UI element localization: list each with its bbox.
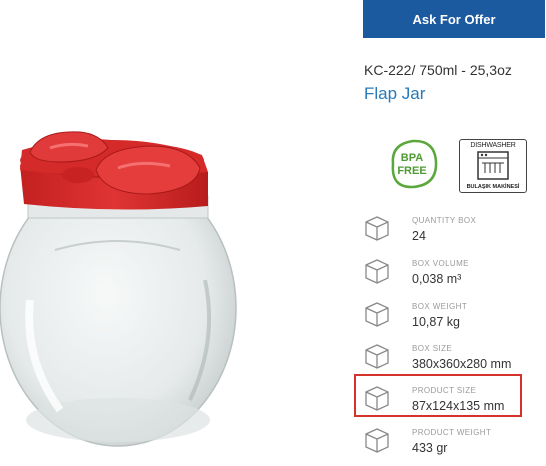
spec-value: 24	[412, 229, 426, 243]
bpa-free-leaf-icon: BPA FREE	[391, 139, 438, 189]
spec-value: 433 gr	[412, 441, 448, 455]
box-icon	[365, 216, 389, 241]
spec-box-volume: BOX VOLUME 0,038 m³	[361, 253, 546, 297]
ask-for-offer-button[interactable]: Ask For Offer	[363, 0, 545, 38]
spec-label: PRODUCT WEIGHT	[412, 428, 492, 437]
spec-product-weight: PRODUCT WEIGHT 433 gr	[361, 422, 546, 466]
flap-jar-image	[0, 131, 237, 447]
product-name: Flap Jar	[364, 84, 426, 103]
product-image	[0, 0, 345, 455]
dishwasher-subtitle: BULAŞIK MAKİNESİ	[466, 184, 520, 190]
box-icon	[365, 344, 389, 369]
spec-box-weight: BOX WEIGHT 10,87 kg	[361, 296, 546, 340]
dishwasher-badge: DISHWASHER BULAŞIK MAKİNESİ	[459, 139, 527, 193]
product-code: KC-222/ 750ml - 25,3oz	[364, 62, 512, 78]
spec-value: 10,87 kg	[412, 315, 460, 329]
feature-badges: BPA FREE DISHWASHER BULAŞIK MAKİNESİ	[363, 136, 543, 196]
bpa-free-badge: BPA FREE	[385, 136, 441, 192]
box-icon	[365, 428, 389, 453]
spec-label: BOX VOLUME	[412, 259, 469, 268]
spec-value: 380x360x280 mm	[412, 357, 512, 371]
bpa-label: BPA	[401, 152, 423, 164]
spec-value: 0,038 m³	[412, 272, 462, 286]
product-info-panel: Ask For Offer KC-222/ 750ml - 25,3oz Fla…	[345, 0, 546, 455]
spec-label: BOX WEIGHT	[412, 302, 468, 311]
box-icon	[365, 302, 389, 327]
spec-quantity-box: QUANTITY BOX 24	[361, 210, 546, 254]
free-label: FREE	[397, 165, 426, 177]
product-size-highlight	[354, 374, 522, 417]
spec-label: QUANTITY BOX	[412, 216, 477, 225]
spec-label: BOX SIZE	[412, 344, 453, 353]
box-icon	[365, 259, 389, 284]
dishwasher-title: DISHWASHER	[470, 142, 516, 149]
dishwasher-icon	[477, 151, 509, 180]
